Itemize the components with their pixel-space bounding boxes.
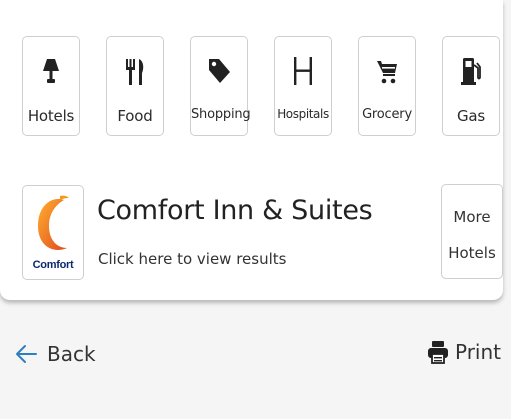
printer-icon: [427, 341, 448, 364]
more-hotels-label-line2: Hotels: [448, 244, 496, 262]
category-label: Shopping: [191, 107, 251, 122]
hotel-brand-text: Comfort: [32, 259, 74, 271]
comfort-logo-icon: [38, 195, 69, 250]
category-label: Hospitals: [277, 107, 329, 121]
category-label: Gas: [456, 107, 486, 125]
print-button[interactable]: Print: [427, 340, 501, 364]
category-label: Food: [117, 107, 153, 125]
category-label: Hotels: [27, 107, 75, 125]
category-hotels[interactable]: Hotels: [22, 36, 80, 136]
print-label: Print: [454, 340, 501, 364]
category-grocery[interactable]: Grocery: [358, 36, 416, 136]
shopping-cart-icon: [359, 55, 415, 91]
hospital-h-icon: [275, 55, 331, 91]
price-tag-icon: [191, 55, 247, 91]
nearby-card: Hotels Food Shopping Hospitals Grocery G…: [0, 0, 503, 300]
category-gas[interactable]: Gas: [442, 36, 500, 136]
footer-bar: Back Print: [0, 318, 511, 398]
category-shopping[interactable]: Shopping: [190, 36, 251, 136]
category-food[interactable]: Food: [106, 36, 164, 136]
category-label: Grocery: [362, 107, 412, 122]
gas-pump-icon: [443, 55, 499, 91]
back-button[interactable]: Back: [15, 342, 96, 366]
lamp-icon: [23, 55, 79, 91]
hotel-results-link[interactable]: Click here to view results: [98, 250, 286, 268]
hotel-name[interactable]: Comfort Inn & Suites: [97, 195, 373, 226]
more-hotels-label-line1: More: [453, 208, 491, 226]
category-row: Hotels Food Shopping Hospitals Grocery G…: [22, 36, 500, 138]
back-label: Back: [47, 342, 96, 366]
more-hotels-button[interactable]: More Hotels: [441, 184, 503, 279]
category-hospitals[interactable]: Hospitals: [274, 36, 332, 136]
fork-knife-icon: [107, 55, 163, 91]
arrow-left-icon: [16, 345, 37, 363]
hotel-logo[interactable]: Comfort: [22, 185, 84, 280]
